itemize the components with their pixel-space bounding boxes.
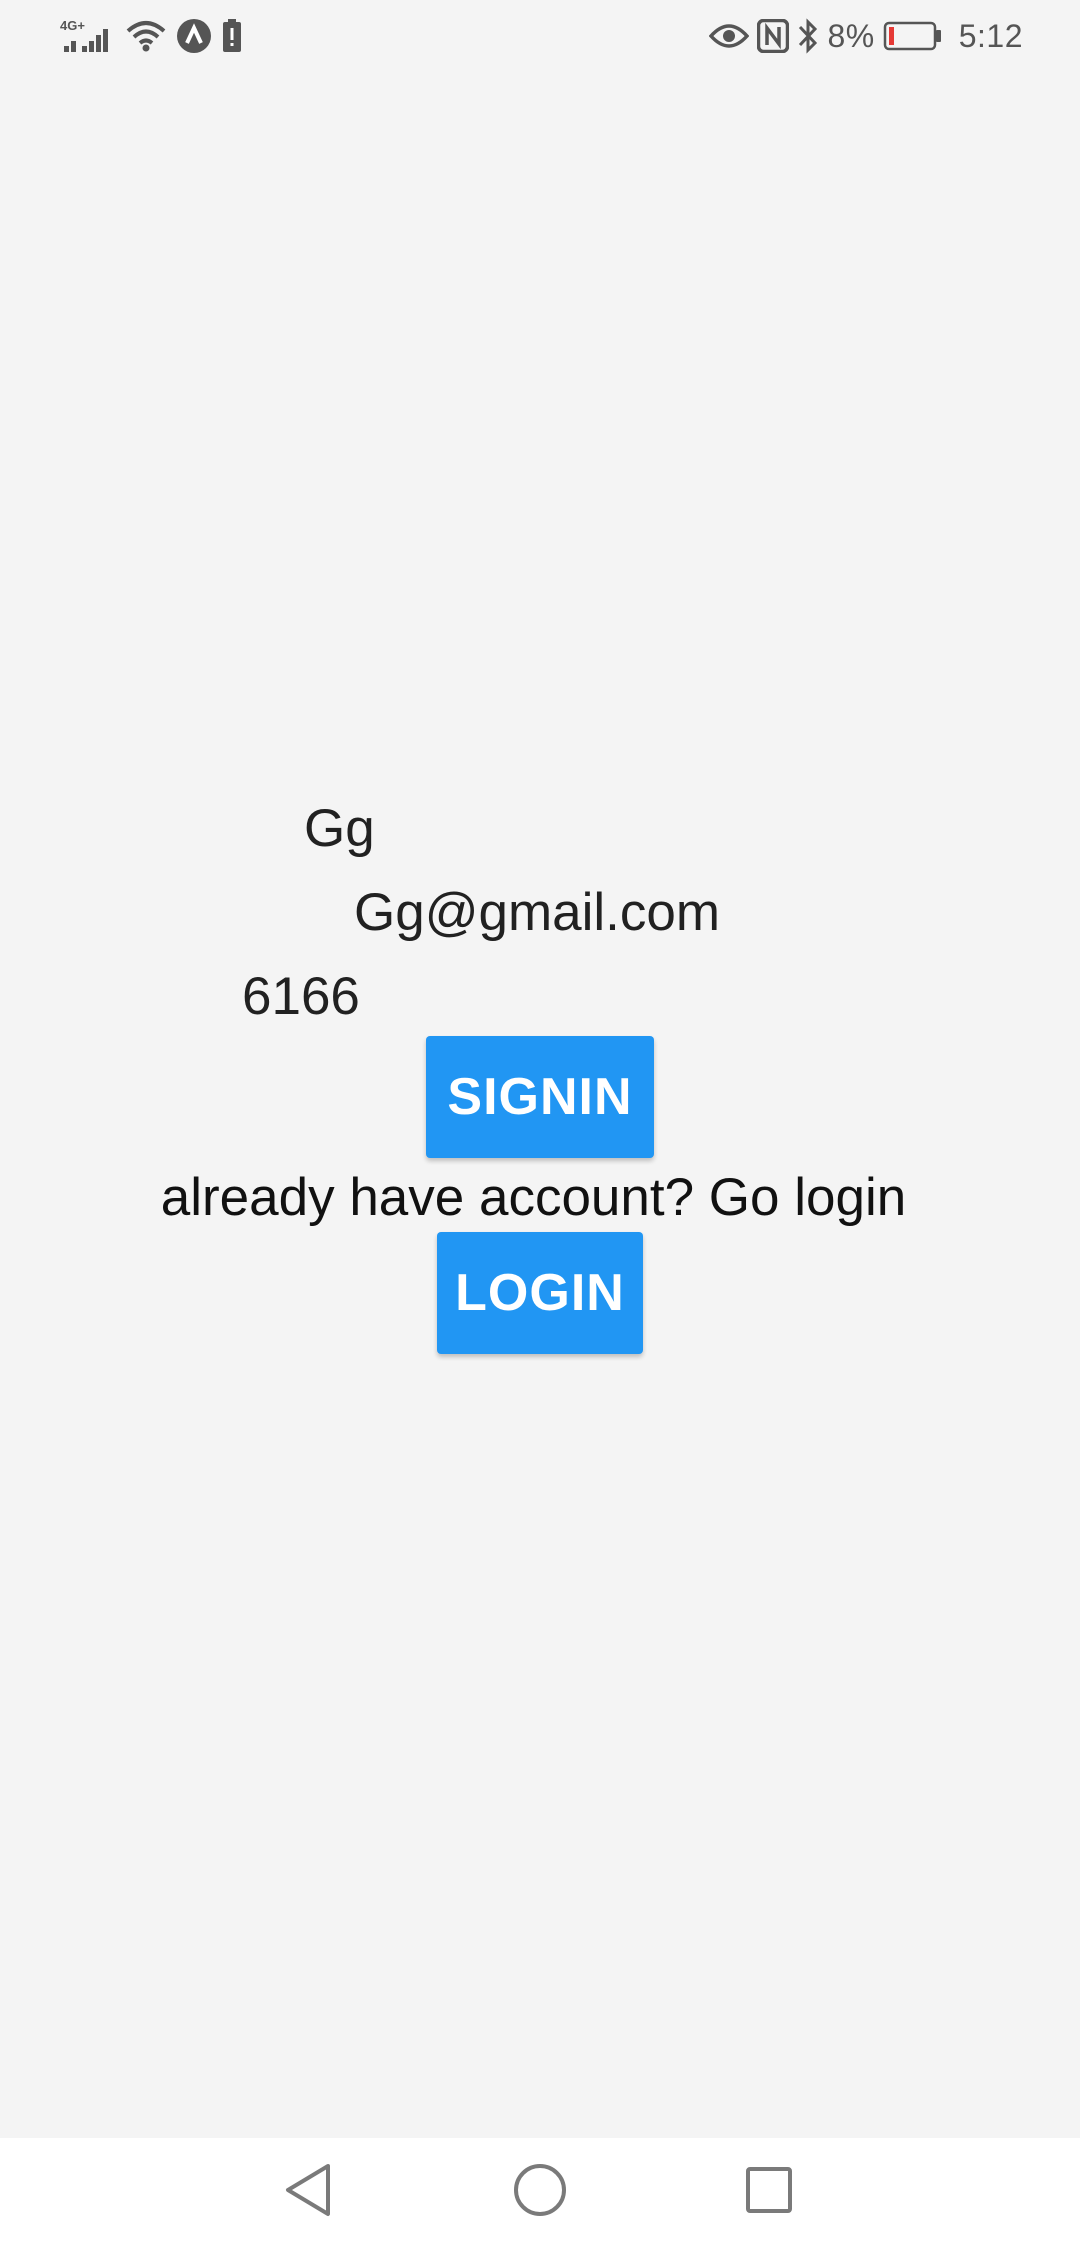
- battery-percent: 8%: [827, 17, 875, 54]
- app-screen: 4G+ 8% 5:12 Gg Gg@gmail.com 6166 SIGNIN …: [0, 0, 1080, 2244]
- status-bar-right: 8% 5:12: [709, 14, 1023, 58]
- clock-time: 5:12: [958, 17, 1023, 54]
- battery-alert-icon: [222, 19, 242, 53]
- eye-icon: [709, 21, 750, 51]
- name-field[interactable]: Gg: [304, 799, 375, 859]
- app-notification-icon: [176, 18, 212, 54]
- battery-icon: [883, 21, 943, 51]
- back-button[interactable]: [276, 2160, 340, 2224]
- recent-apps-icon: [745, 2166, 793, 2219]
- signin-button[interactable]: SIGNIN: [426, 1036, 654, 1158]
- nfc-icon: [757, 19, 790, 53]
- login-button[interactable]: LOGIN: [437, 1232, 643, 1354]
- email-field[interactable]: Gg@gmail.com: [354, 883, 720, 943]
- bluetooth-icon: [797, 18, 819, 54]
- back-icon: [282, 2162, 334, 2223]
- password-field[interactable]: 6166: [242, 967, 360, 1027]
- status-bar-left: 4G+: [60, 16, 242, 56]
- signal-icon: 4G+: [60, 16, 116, 56]
- home-button[interactable]: [508, 2160, 572, 2224]
- status-bar: 4G+ 8% 5:12: [0, 0, 1080, 72]
- recent-apps-button[interactable]: [737, 2160, 801, 2224]
- wifi-icon: [126, 19, 166, 53]
- login-prompt-text: already have account? Go login: [160, 1168, 907, 1227]
- navigation-bar: [0, 2138, 1080, 2244]
- network-type-label: 4G+: [60, 18, 85, 33]
- home-icon: [513, 2163, 567, 2222]
